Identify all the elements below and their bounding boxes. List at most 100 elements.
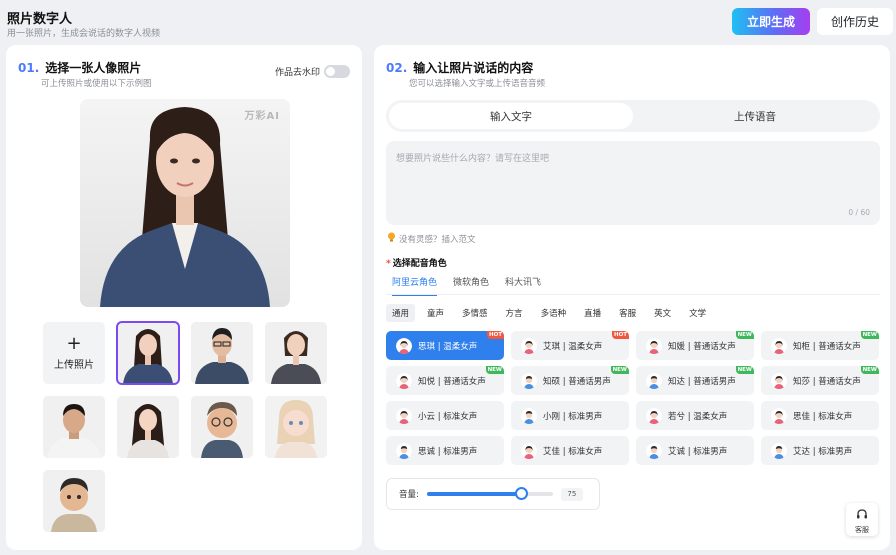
- voice-option[interactable]: 知硕 | 普通话男声 NEW: [511, 366, 629, 395]
- voice-option-label: 知达 | 普通话男声: [668, 376, 736, 387]
- required-mark: *: [386, 259, 391, 269]
- voice-option[interactable]: 思佳 | 标准女声: [761, 401, 879, 430]
- generate-button[interactable]: 立即生成: [732, 8, 810, 35]
- voice-option[interactable]: 艾诚 | 标准男声: [636, 436, 754, 465]
- sample-photo-image: [117, 396, 179, 458]
- voice-option[interactable]: 若兮 | 温柔女声: [636, 401, 754, 430]
- voice-option[interactable]: 知柜 | 普通话女声 NEW: [761, 331, 879, 360]
- voice-option-label: 知硕 | 普通话男声: [543, 376, 611, 387]
- volume-slider-thumb[interactable]: [515, 487, 529, 500]
- upload-label: 上传照片: [54, 360, 94, 371]
- voice-option-label: 知柜 | 普通话女声: [793, 341, 861, 352]
- voice-option-label: 知媛 | 普通话女声: [668, 341, 736, 352]
- voice-option-label: 若兮 | 温柔女声: [668, 411, 728, 422]
- history-button[interactable]: 创作历史: [817, 8, 893, 35]
- sample-photo-young-man[interactable]: [43, 396, 105, 458]
- watermark-control: 作品去水印: [275, 65, 350, 78]
- script-textarea-box: 0 / 60: [386, 141, 880, 225]
- sample-photo-cartoon-girl[interactable]: [265, 396, 327, 458]
- customer-service-button[interactable]: 客服: [846, 503, 878, 536]
- female-avatar-icon: [771, 407, 787, 424]
- female-avatar-icon: [521, 442, 537, 459]
- voice-vendor-tabs: 阿里云角色 微软角色 科大讯飞: [392, 275, 541, 296]
- sample-photo-woman-pro[interactable]: [265, 322, 327, 384]
- female-avatar-icon: [771, 337, 787, 354]
- hint-text: 没有灵感？插入范文: [399, 234, 476, 245]
- section-number: 02.: [386, 61, 408, 75]
- sample-photo-cartoon-boy[interactable]: [191, 396, 253, 458]
- voice-option[interactable]: 小刚 | 标准男声: [511, 401, 629, 430]
- tab-category-service[interactable]: 客服: [613, 304, 642, 322]
- voice-option-label: 艾佳 | 标准女声: [543, 446, 603, 457]
- voice-option[interactable]: 艾琪 | 温柔女声 HOT: [511, 331, 629, 360]
- sample-photo-image: [265, 322, 327, 384]
- female-avatar-icon: [396, 337, 412, 354]
- voice-option-label: 小云 | 标准女声: [418, 411, 478, 422]
- tab-category-multilingual[interactable]: 多语种: [535, 304, 573, 322]
- sample-photo-long-hair-girl[interactable]: [117, 396, 179, 458]
- insert-sample-link[interactable]: 没有灵感？插入范文: [387, 232, 476, 245]
- watermark-toggle[interactable]: [324, 65, 350, 78]
- voice-option-label: 小刚 | 标准男声: [543, 411, 603, 422]
- voice-option[interactable]: 艾佳 | 标准女声: [511, 436, 629, 465]
- voice-option[interactable]: 思诚 | 标准男声: [386, 436, 504, 465]
- voice-option-label: 知莎 | 普通话女声: [793, 376, 861, 387]
- voice-option-label: 思琪 | 温柔女声: [418, 341, 478, 352]
- voice-option[interactable]: 艾达 | 标准男声: [761, 436, 879, 465]
- tab-category-literature[interactable]: 文学: [683, 304, 712, 322]
- tab-input-text[interactable]: 输入文字: [389, 103, 633, 129]
- voice-option[interactable]: 知达 | 普通话男声 NEW: [636, 366, 754, 395]
- hot-badge: HOT: [486, 331, 504, 339]
- voice-role-heading: * 选择配音角色: [386, 256, 447, 269]
- tab-category-live[interactable]: 直播: [578, 304, 607, 322]
- photo-panel: 01. 选择一张人像照片 可上传照片或使用以下示例图 作品去水印 万彩AI + …: [6, 45, 362, 550]
- char-count: 0 / 60: [848, 208, 870, 217]
- female-avatar-icon: [396, 372, 412, 389]
- new-badge: NEW: [860, 366, 879, 374]
- section-title: 输入让照片说话的内容: [413, 61, 534, 75]
- upload-photo-button[interactable]: + 上传照片: [43, 322, 105, 384]
- preview-watermark: 万彩AI: [244, 111, 280, 122]
- sample-photo-image: [43, 396, 105, 458]
- female-avatar-icon: [646, 337, 662, 354]
- male-avatar-icon: [646, 372, 662, 389]
- volume-control: 音量: 75: [386, 478, 600, 510]
- lightbulb-icon: [387, 232, 396, 245]
- tab-category-emotion[interactable]: 多情感: [456, 304, 494, 322]
- app-subtitle: 用一张照片，生成会说话的数字人视频: [7, 29, 161, 39]
- section-title: 选择一张人像照片: [45, 61, 142, 75]
- voice-option[interactable]: 小云 | 标准女声: [386, 401, 504, 430]
- male-avatar-icon: [396, 442, 412, 459]
- photo-section-heading: 01. 选择一张人像照片: [18, 59, 141, 76]
- volume-slider[interactable]: [426, 487, 553, 500]
- voice-option-label: 艾诚 | 标准男声: [668, 446, 728, 457]
- sample-photo-image: [43, 470, 105, 532]
- voice-option[interactable]: 知莎 | 普通话女声 NEW: [761, 366, 879, 395]
- voice-option-label: 思诚 | 标准男声: [418, 446, 478, 457]
- tab-vendor-iflytek[interactable]: 科大讯飞: [505, 275, 541, 296]
- sample-photo-cartoon-man[interactable]: [43, 470, 105, 532]
- tab-vendor-microsoft[interactable]: 微软角色: [453, 275, 489, 296]
- voice-option-label: 艾琪 | 温柔女声: [543, 341, 603, 352]
- sample-photo-image: [191, 396, 253, 458]
- headset-icon: [856, 505, 868, 524]
- voice-option[interactable]: 思琪 | 温柔女声 HOT: [386, 331, 504, 360]
- divider: [386, 294, 880, 295]
- script-input[interactable]: [386, 141, 880, 225]
- voice-option[interactable]: 知媛 | 普通话女声 NEW: [636, 331, 754, 360]
- male-avatar-icon: [771, 442, 787, 459]
- tab-category-english[interactable]: 英文: [648, 304, 677, 322]
- tab-upload-audio[interactable]: 上传语音: [633, 103, 877, 129]
- voice-option[interactable]: 知悦 | 普通话女声 NEW: [386, 366, 504, 395]
- sample-photo-image: [265, 396, 327, 458]
- section-subtitle: 可上传照片或使用以下示例图: [41, 79, 152, 89]
- tab-category-dialect[interactable]: 方言: [500, 304, 529, 322]
- sample-photo-woman-suit[interactable]: [116, 321, 180, 385]
- volume-slider-fill: [426, 492, 522, 496]
- sample-photo-grid: + 上传照片: [43, 321, 327, 532]
- tab-vendor-aliyun[interactable]: 阿里云角色: [392, 275, 438, 296]
- tab-category-general[interactable]: 通用: [386, 304, 416, 322]
- sample-photo-man-glasses[interactable]: [191, 322, 253, 384]
- photo-preview: 万彩AI: [80, 99, 290, 307]
- tab-category-children[interactable]: 童声: [421, 304, 450, 322]
